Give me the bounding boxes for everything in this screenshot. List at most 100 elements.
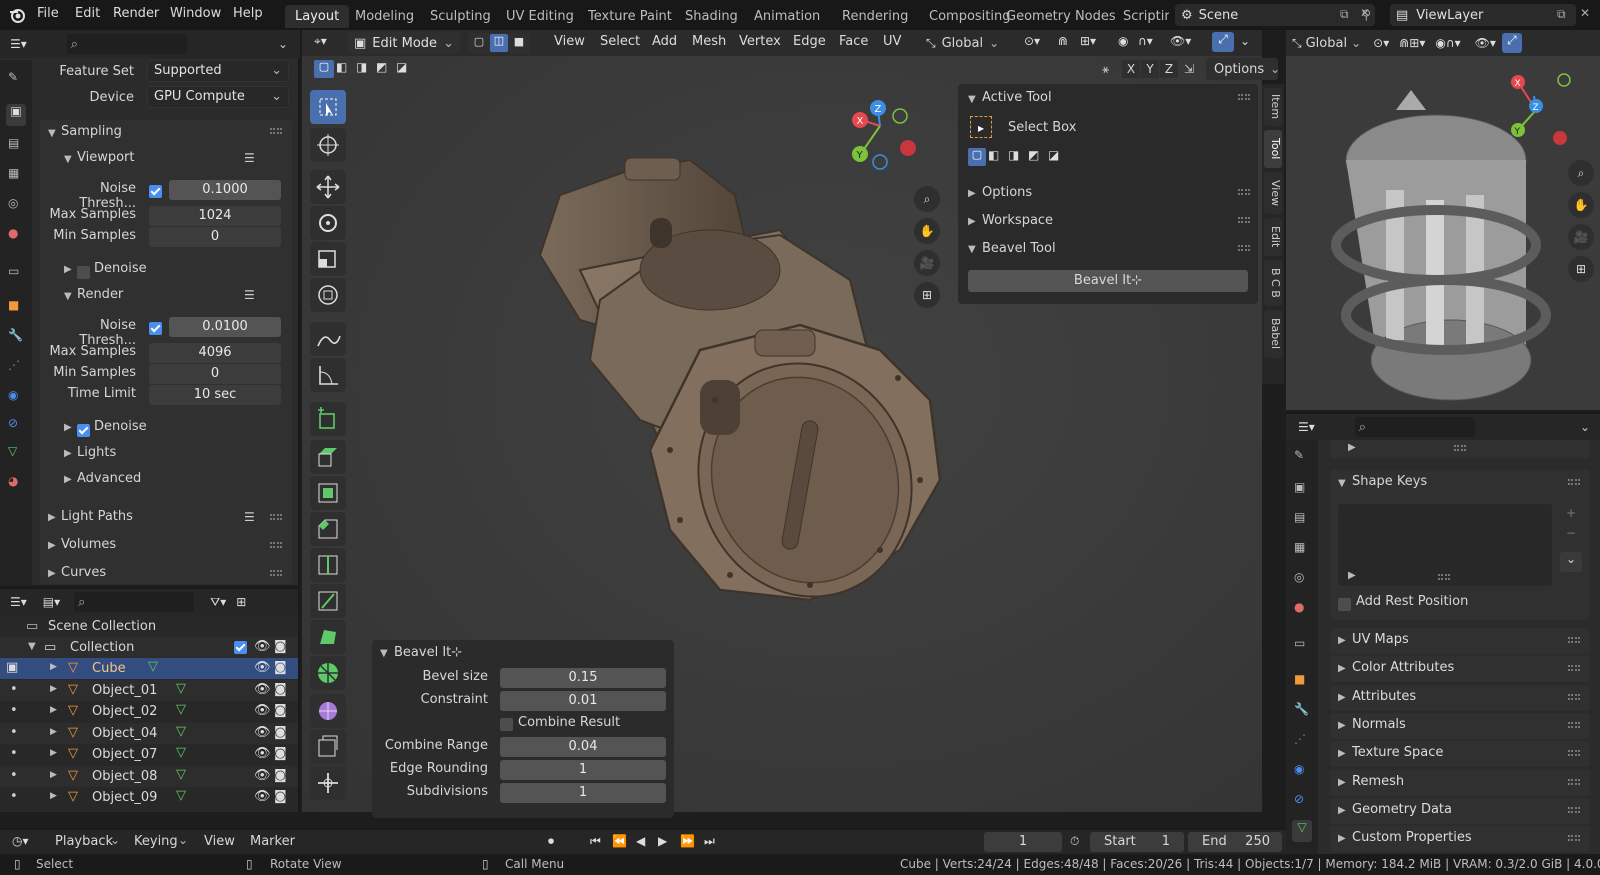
eye-icon[interactable]: 👁 [254, 789, 271, 804]
outliner-search[interactable]: ⌕ [74, 592, 195, 612]
tab-sculpting[interactable]: Sculpting [430, 9, 491, 24]
visibility-icon[interactable]: 👁▾ [1475, 36, 1496, 50]
physics-tab-icon[interactable]: ◉ [8, 388, 18, 402]
tab-compositing[interactable]: Compositing [929, 9, 1011, 24]
mirror-icon[interactable]: ⚹ [1102, 62, 1109, 77]
render-tab-icon[interactable]: ▣ [6, 104, 26, 126]
chevron-right-icon[interactable]: ▶ [48, 540, 56, 551]
mesh-data-icon[interactable]: ▽ [176, 788, 186, 803]
presets-icon[interactable]: ☰ [244, 510, 255, 524]
outliner-object-row[interactable]: • ▶ ▽ Object_09 ▽ 👁 ◙ [0, 787, 298, 808]
chevron-right-icon[interactable]: ▶ [1338, 720, 1346, 731]
filter-icon[interactable]: ⛛▾ [210, 595, 226, 610]
r-denoise-label[interactable]: Denoise [94, 419, 147, 434]
menu-vertex[interactable]: Vertex [739, 34, 781, 49]
zoom-icon[interactable]: ⌕ [1568, 160, 1594, 186]
transform-orientation[interactable]: ⤡ Global ⌄ [926, 32, 1016, 54]
auto-merge-icon[interactable]: ⇲ [1184, 62, 1194, 76]
eye-icon[interactable]: 👁 [254, 660, 271, 675]
eye-icon[interactable]: 👁 [254, 746, 271, 761]
active-tool-header[interactable]: Active Tool [982, 90, 1052, 105]
mirror-y-toggle[interactable]: Y [1141, 60, 1159, 78]
chevron-down-icon[interactable]: ⌄ [1351, 36, 1361, 50]
section-texture-space[interactable]: ▶ Texture Space [1330, 741, 1590, 768]
properties-search[interactable]: ⌕ [66, 34, 187, 54]
camera-icon[interactable]: ◙ [274, 746, 287, 761]
keying-menu[interactable]: Keying [134, 834, 178, 849]
drag-handle-icon[interactable] [1568, 806, 1580, 813]
drag-handle-icon[interactable] [1568, 637, 1580, 643]
section-normals[interactable]: ▶ Normals [1330, 712, 1590, 739]
data-tab-icon[interactable]: ▽ [8, 444, 17, 458]
drag-handle-icon[interactable] [1568, 750, 1580, 757]
drag-handle-icon[interactable] [1238, 245, 1250, 251]
dot-icon[interactable]: • [10, 703, 18, 718]
chevron-right-icon[interactable]: ▶ [968, 188, 976, 199]
smooth-tool-icon[interactable] [310, 694, 346, 728]
mesh-data-icon[interactable]: ▽ [176, 724, 186, 739]
world-tab-icon[interactable]: ● [1294, 600, 1304, 614]
chevron-right-icon[interactable]: ▶ [64, 448, 72, 459]
drag-handle-icon[interactable] [1238, 94, 1250, 100]
camera-icon[interactable]: ◙ [274, 660, 287, 675]
scene-tab-icon[interactable]: ◎ [1294, 570, 1304, 584]
chevron-down-icon[interactable]: ▼ [28, 641, 36, 652]
gizmo-toggle-icon[interactable]: ⤢ [1212, 32, 1234, 52]
select-subtract-icon[interactable]: ◨ [1008, 148, 1019, 162]
knife-tool-icon[interactable] [310, 584, 346, 618]
chevron-right-icon[interactable]: ▶ [1338, 833, 1346, 844]
drag-handle-icon[interactable] [1238, 217, 1250, 223]
new-scene-icon[interactable]: ⧉ [1340, 7, 1349, 22]
camera-icon[interactable]: ◙ [274, 639, 287, 654]
options-header[interactable]: Options [982, 185, 1032, 200]
snap-icon[interactable]: ⋒⊞▾ [1399, 36, 1425, 50]
chevron-down-icon[interactable]: ▼ [64, 154, 72, 165]
select-intersect-icon[interactable]: ◪ [396, 60, 407, 74]
eye-icon[interactable]: 👁 [254, 639, 271, 654]
marker-menu[interactable]: Marker [250, 834, 295, 849]
poly-build-tool-icon[interactable] [310, 620, 346, 654]
tool-tab-icon[interactable]: ✎ [8, 70, 18, 84]
remove-shape-key-icon[interactable]: − [1566, 526, 1576, 540]
proportional-icon[interactable]: ◉ [1118, 34, 1128, 48]
tab-layout[interactable]: Layout [285, 5, 350, 28]
add-rest-position-label[interactable]: Add Rest Position [1356, 594, 1468, 609]
shape-keys-header[interactable]: Shape Keys [1352, 474, 1427, 489]
menu-render[interactable]: Render [113, 6, 159, 21]
chevron-right-icon[interactable]: ▶ [1338, 805, 1346, 816]
menu-edge[interactable]: Edge [793, 34, 826, 49]
vp-min-field[interactable]: 0 [149, 227, 281, 247]
visibility-icon[interactable]: 👁▾ [1170, 34, 1191, 48]
tab-scripting[interactable]: Scriptir [1123, 9, 1169, 24]
dot-icon[interactable]: • [10, 725, 18, 740]
camera-icon[interactable]: ◙ [274, 789, 287, 804]
tab-view[interactable]: View [1264, 172, 1282, 214]
add-shape-key-icon[interactable]: + [1566, 506, 1576, 520]
camera-icon[interactable]: ◙ [274, 682, 287, 697]
camera-icon[interactable]: ◙ [274, 703, 287, 718]
add-cube-tool-icon[interactable] [310, 402, 346, 436]
data-tab-icon[interactable]: ▽ [1292, 820, 1312, 842]
tab-uv-editing[interactable]: UV Editing [506, 9, 574, 24]
editor-type-icon[interactable]: ☰▾ [10, 595, 27, 609]
vp-denoise-label[interactable]: Denoise [94, 261, 147, 276]
chevron-right-icon[interactable]: ▶ [50, 662, 57, 672]
section-color-attributes[interactable]: ▶ Color Attributes [1330, 656, 1590, 683]
menu-help[interactable]: Help [233, 6, 263, 21]
section-uv-maps[interactable]: ▶ UV Maps [1330, 628, 1590, 654]
perspective-grid-icon[interactable]: ⊞ [1568, 256, 1594, 282]
mesh-data-icon[interactable]: ▽ [176, 681, 186, 696]
edge-rounding-field[interactable]: 1 [500, 760, 666, 780]
collection-tab-icon[interactable]: ▭ [8, 264, 19, 278]
mesh-object-cube[interactable] [520, 150, 960, 630]
r-noise-field[interactable]: 0.0100 [169, 317, 281, 337]
menu-mesh[interactable]: Mesh [692, 34, 726, 49]
extrude-tool-icon[interactable] [310, 440, 346, 474]
operator-title[interactable]: Beavel It⊹ [394, 645, 462, 660]
chevron-right-icon[interactable]: ▶ [1338, 663, 1346, 674]
tab-edit[interactable]: Edit [1264, 218, 1282, 256]
section-geometry-data[interactable]: ▶ Geometry Data [1330, 797, 1590, 824]
menu-view[interactable]: View [554, 34, 585, 49]
r-max-field[interactable]: 4096 [149, 343, 281, 363]
view-menu[interactable]: View [204, 834, 235, 849]
